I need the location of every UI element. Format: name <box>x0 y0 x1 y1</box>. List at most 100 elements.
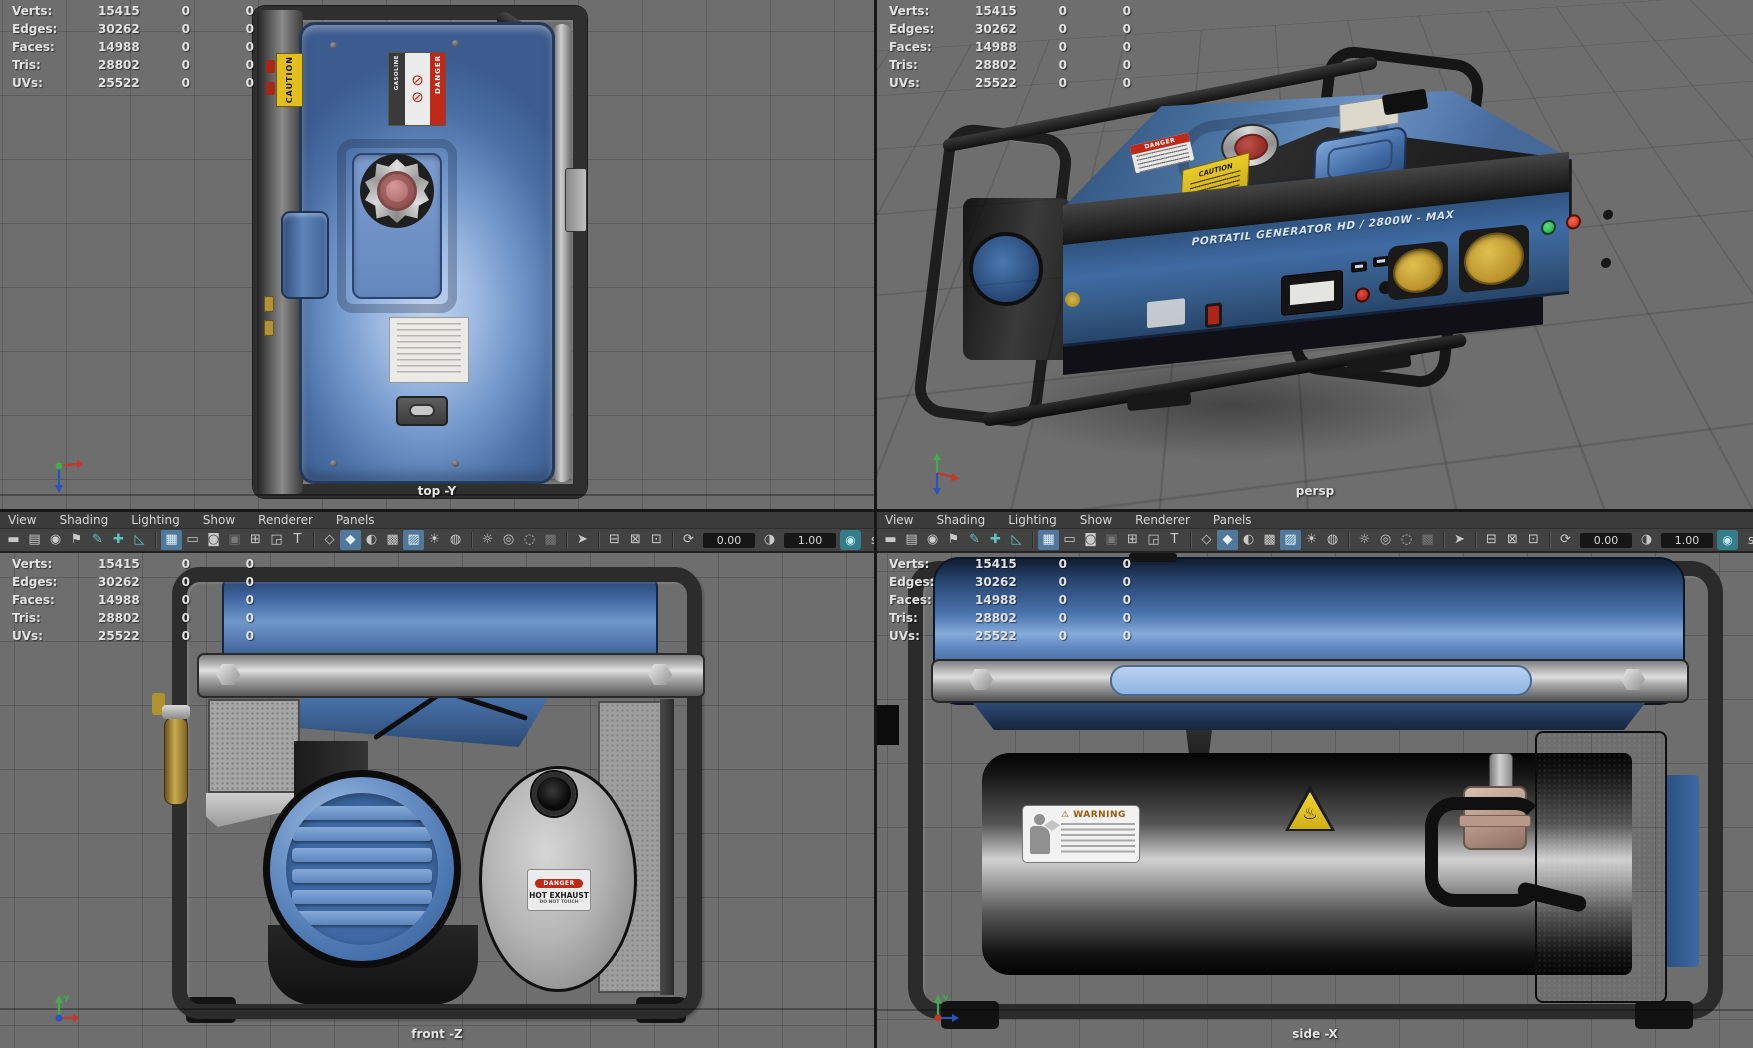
lighting-icon[interactable]: ☀ <box>424 530 445 550</box>
resolution-gate-icon[interactable]: ◙ <box>1080 530 1101 550</box>
hud-stat-value: 0 <box>245 76 254 90</box>
screen-space-icon[interactable]: ⊡ <box>646 530 667 550</box>
safe-action-icon[interactable]: ◲ <box>1143 530 1164 550</box>
hud-stat-value: 0 <box>245 58 254 72</box>
multisampling-icon[interactable]: ▩ <box>540 530 561 550</box>
hud-stat-value: 0 <box>181 593 190 607</box>
use-default-material-icon[interactable]: ◐ <box>1238 530 1259 550</box>
grid-icon[interactable]: ▦ <box>1038 530 1059 550</box>
camera-bookmarks-icon[interactable]: ◉ <box>45 530 66 550</box>
use-default-material-icon[interactable]: ◐ <box>361 530 382 550</box>
bookmark-icon[interactable]: ⚑ <box>66 530 87 550</box>
gate-mask-icon[interactable]: ▣ <box>1101 530 1122 550</box>
smooth-shade-icon[interactable]: ◆ <box>1217 530 1238 550</box>
xray-joints-icon[interactable]: ⊠ <box>625 530 646 550</box>
select-camera-icon[interactable]: ▬ <box>880 530 901 550</box>
motion-blur-icon[interactable]: ◌ <box>519 530 540 550</box>
menu-panels[interactable]: Panels <box>1209 513 1265 527</box>
view-transform-dropdown[interactable]: sRGB gamma <box>861 533 874 547</box>
textured-icon[interactable]: ▩ <box>382 530 403 550</box>
film-gate-icon[interactable]: ▭ <box>182 530 203 550</box>
gamma-icon[interactable]: ◑ <box>1636 530 1657 550</box>
menu-lighting[interactable]: Lighting <box>1004 513 1070 527</box>
motion-blur-icon[interactable]: ◌ <box>1396 530 1417 550</box>
menu-shading[interactable]: Shading <box>932 513 998 527</box>
shadows-icon[interactable]: ◍ <box>445 530 466 550</box>
color-management-icon[interactable]: ◉ <box>840 530 861 550</box>
use-all-lights-icon[interactable]: ☼ <box>1354 530 1375 550</box>
toolbar-separator <box>1443 532 1444 548</box>
outlet-socket <box>1388 240 1448 301</box>
menu-lighting[interactable]: Lighting <box>127 513 193 527</box>
shadows-icon[interactable]: ◍ <box>1322 530 1343 550</box>
grease-pencil-icon[interactable]: ✎ <box>87 530 108 550</box>
menu-view[interactable]: View <box>881 513 926 527</box>
measure-tool-icon[interactable]: ◺ <box>1006 530 1027 550</box>
textured-icon[interactable]: ▩ <box>1259 530 1280 550</box>
axis-gizmo <box>933 453 960 495</box>
multisampling-icon[interactable]: ▩ <box>1417 530 1438 550</box>
use-all-lights-icon[interactable]: ☼ <box>477 530 498 550</box>
gamma-field[interactable]: 1.00 <box>784 532 836 548</box>
blue-inset-band <box>1110 665 1532 696</box>
xray-icon[interactable]: ⊟ <box>1481 530 1502 550</box>
exposure-field[interactable]: 0.00 <box>1580 532 1632 548</box>
viewport-side-canvas[interactable]: ⚠ WARNING ♨ Verts: 15415 0 0 Edges: 30262 0 0 Fa… <box>877 553 1753 1048</box>
generator-silver-tube <box>552 24 572 482</box>
gamma-field[interactable]: 1.00 <box>1661 532 1713 548</box>
safe-title-icon[interactable]: T <box>1164 530 1185 550</box>
hud-stat-value: 0 <box>1058 4 1067 18</box>
viewport-front-canvas[interactable]: DANGER HOT EXHAUST DO NOT TOUCH Verts: 15… <box>0 553 874 1048</box>
hud-stat-value: 28802 <box>98 611 140 625</box>
hud-stat-value: 25522 <box>98 76 140 90</box>
menu-renderer[interactable]: Renderer <box>254 513 326 527</box>
grid-icon[interactable]: ▦ <box>161 530 182 550</box>
ambient-occlusion-icon[interactable]: ◎ <box>1375 530 1396 550</box>
film-gate-icon[interactable]: ▭ <box>1059 530 1080 550</box>
camera-attributes-icon[interactable]: ▤ <box>24 530 45 550</box>
universal-manipulator-icon[interactable]: ✚ <box>108 530 129 550</box>
wireframe-on-shaded-icon[interactable]: ▨ <box>403 530 424 550</box>
xray-icon[interactable]: ⊟ <box>604 530 625 550</box>
wireframe-icon[interactable]: ◇ <box>1196 530 1217 550</box>
menu-shading[interactable]: Shading <box>55 513 121 527</box>
gate-mask-icon[interactable]: ▣ <box>224 530 245 550</box>
screen-space-icon[interactable]: ⊡ <box>1523 530 1544 550</box>
universal-manipulator-icon[interactable]: ✚ <box>985 530 1006 550</box>
menu-panels[interactable]: Panels <box>332 513 388 527</box>
menu-renderer[interactable]: Renderer <box>1131 513 1203 527</box>
field-chart-icon[interactable]: ⊞ <box>245 530 266 550</box>
view-transform-dropdown[interactable]: sRGB gamma <box>1738 533 1753 547</box>
smooth-shade-icon[interactable]: ◆ <box>340 530 361 550</box>
menu-show[interactable]: Show <box>1076 513 1125 527</box>
camera-bookmarks-icon[interactable]: ◉ <box>922 530 943 550</box>
menu-view[interactable]: View <box>4 513 49 527</box>
gamma-icon[interactable]: ◑ <box>759 530 780 550</box>
hud-row: Tris: 28802 0 0 <box>0 56 300 74</box>
isolate-select-icon[interactable]: ➤ <box>1449 530 1470 550</box>
wireframe-icon[interactable]: ◇ <box>319 530 340 550</box>
exposure-icon[interactable]: ⟳ <box>678 530 699 550</box>
measure-tool-icon[interactable]: ◺ <box>129 530 150 550</box>
ambient-occlusion-icon[interactable]: ◎ <box>498 530 519 550</box>
safe-action-icon[interactable]: ◲ <box>266 530 287 550</box>
wireframe-on-shaded-icon[interactable]: ▨ <box>1280 530 1301 550</box>
menu-show[interactable]: Show <box>199 513 248 527</box>
safe-title-icon[interactable]: T <box>287 530 308 550</box>
exposure-field[interactable]: 0.00 <box>703 532 755 548</box>
viewport-top-canvas[interactable]: CAUTION GASOLINE ⊘ ⊘ DANGER Verts: 15415… <box>0 0 874 509</box>
field-chart-icon[interactable]: ⊞ <box>1122 530 1143 550</box>
screw <box>452 40 459 47</box>
grease-pencil-icon[interactable]: ✎ <box>964 530 985 550</box>
select-camera-icon[interactable]: ▬ <box>3 530 24 550</box>
bookmark-icon[interactable]: ⚑ <box>943 530 964 550</box>
exposure-icon[interactable]: ⟳ <box>1555 530 1576 550</box>
xray-joints-icon[interactable]: ⊠ <box>1502 530 1523 550</box>
viewport-persp-canvas[interactable]: DANGER CAUTION PORTATIL GENERATOR HD / 2… <box>877 0 1753 509</box>
color-management-icon[interactable]: ◉ <box>1717 530 1738 550</box>
lighting-icon[interactable]: ☀ <box>1301 530 1322 550</box>
panel-sticker <box>1147 298 1185 329</box>
resolution-gate-icon[interactable]: ◙ <box>203 530 224 550</box>
isolate-select-icon[interactable]: ➤ <box>572 530 593 550</box>
camera-attributes-icon[interactable]: ▤ <box>901 530 922 550</box>
